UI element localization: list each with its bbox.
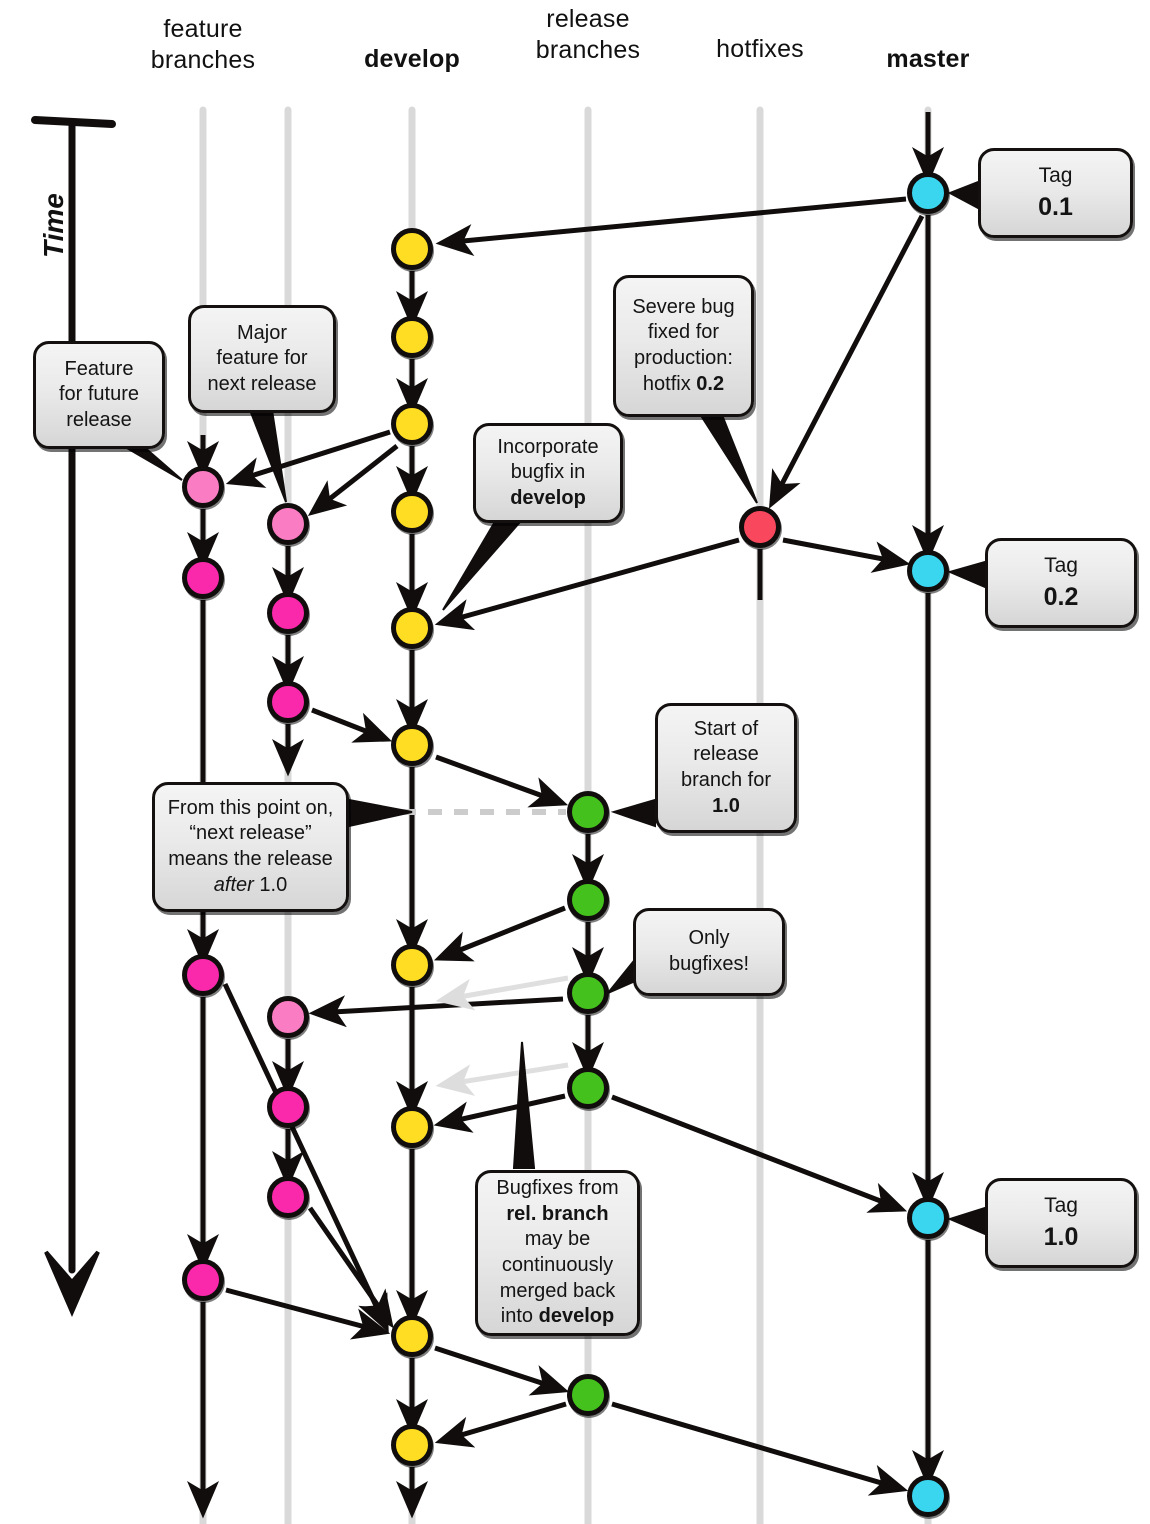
callout-text: Only bugfixes!	[668, 927, 750, 975]
callout-bugfixes-merged-back: Bugfixes from rel. branch may be continuous…	[475, 1170, 640, 1336]
tag-label: Tag	[1044, 1194, 1078, 1218]
time-axis-label: Time	[38, 193, 69, 258]
tag-version: 1.0	[1043, 1222, 1079, 1251]
commit-node-d1	[391, 228, 433, 270]
callout-tag-0-1: Tag 0.1	[978, 148, 1133, 238]
callout-text: Severe bug fixed for production: hotfix 0.2	[632, 295, 735, 395]
commit-node-f2a	[267, 503, 309, 545]
commit-node-r1	[567, 791, 609, 833]
commit-node-m2	[907, 550, 949, 592]
callout-severe-bug-hotfix: Severe bug fixed for production: hotfix 0.2	[613, 275, 754, 417]
commit-node-f2e	[267, 1086, 309, 1128]
callout-only-bugfixes: Only bugfixes!	[633, 908, 785, 996]
commit-node-m1	[907, 172, 949, 214]
commit-node-d5	[391, 607, 433, 649]
commit-node-f2f	[267, 1176, 309, 1218]
commit-node-d10	[391, 1424, 433, 1466]
column-header-release-branches: release branches	[535, 5, 641, 65]
commit-node-r5	[567, 1374, 609, 1416]
commit-node-r4	[567, 1067, 609, 1109]
callout-text: Start of release branch for 1.0	[680, 717, 772, 817]
commit-node-d6	[391, 724, 433, 766]
commit-node-f2c	[267, 681, 309, 723]
commit-node-r2	[567, 879, 609, 921]
callout-text: Bugfixes from rel. branch may be continuous…	[496, 1177, 619, 1328]
tag-version: 0.2	[1043, 582, 1079, 611]
callout-tag-1-0: Tag 1.0	[985, 1178, 1137, 1268]
gitflow-diagram: Time feature branches develop release br…	[0, 0, 1150, 1524]
column-header-master: master	[886, 45, 970, 73]
tag-label: Tag	[1038, 164, 1073, 188]
commit-node-f1b	[182, 557, 224, 599]
callout-next-release-meaning: From this point on, “next release” means t…	[152, 782, 349, 912]
column-header-hotfixes: hotfixes	[716, 35, 804, 63]
commit-node-f1c	[182, 954, 224, 996]
callout-incorporate-bugfix: Incorporate bugfix in develop	[473, 423, 623, 523]
commit-node-h1	[739, 506, 781, 548]
commit-node-f1a	[182, 466, 224, 508]
commit-node-d2	[391, 316, 433, 358]
commit-node-m3	[907, 1197, 949, 1239]
commit-node-d8	[391, 1106, 433, 1148]
commit-node-f2b	[267, 592, 309, 634]
column-header-develop: develop	[364, 45, 460, 73]
callout-text: Feature for future release	[58, 357, 140, 431]
commit-node-f1d	[182, 1259, 224, 1301]
callout-tag-0-2: Tag 0.2	[985, 538, 1137, 628]
callout-major-feature-next-release: Major feature for next release	[188, 305, 336, 413]
commit-node-m4	[907, 1475, 949, 1517]
tag-version: 0.1	[1038, 192, 1073, 221]
callout-text: Incorporate bugfix in develop	[497, 435, 599, 509]
tag-label: Tag	[1044, 554, 1078, 578]
commit-node-d9	[391, 1315, 433, 1357]
commit-node-d4	[391, 491, 433, 533]
commit-node-d7	[391, 944, 433, 986]
callout-text: From this point on, “next release” means t…	[167, 796, 334, 896]
commit-node-r3	[567, 972, 609, 1014]
callout-start-release-branch: Start of release branch for 1.0	[655, 703, 797, 833]
callout-text: Major feature for next release	[207, 321, 317, 395]
commit-node-f2d	[267, 996, 309, 1038]
callout-feature-for-future-release: Feature for future release	[33, 341, 165, 449]
column-header-feature-branches: feature branches	[150, 15, 256, 75]
commit-node-d3	[391, 403, 433, 445]
